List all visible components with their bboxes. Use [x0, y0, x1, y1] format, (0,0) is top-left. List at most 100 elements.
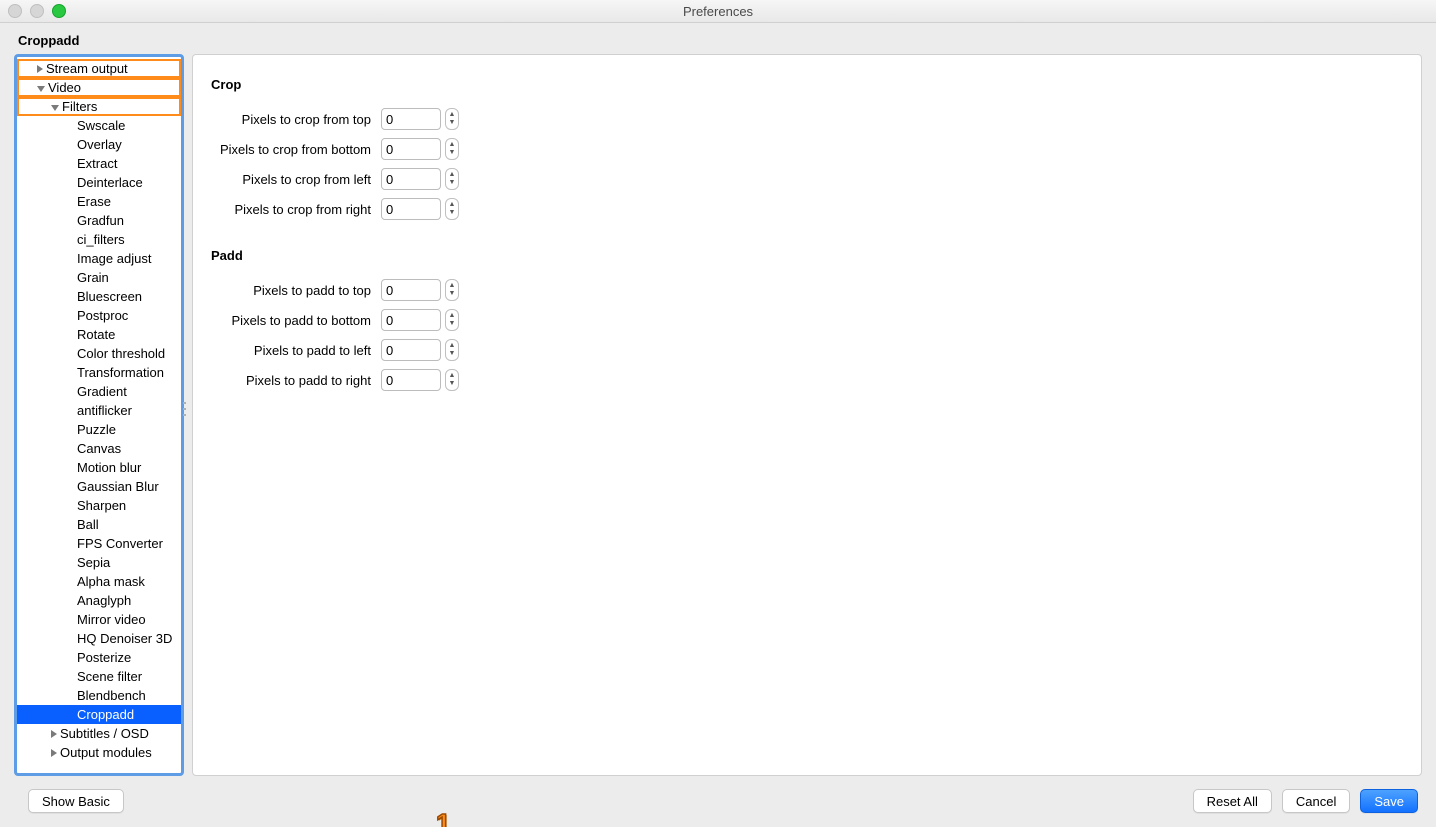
crop-input[interactable]: [381, 138, 441, 160]
tree-item-label: Rotate: [77, 327, 115, 342]
tree-item-label: Output modules: [60, 745, 152, 760]
tree-item-gaussian-blur[interactable]: Gaussian Blur: [17, 477, 181, 496]
tree-item-label: Gaussian Blur: [77, 479, 159, 494]
crop-label: Pixels to crop from top: [211, 112, 381, 127]
tree-item-label: Scene filter: [77, 669, 142, 684]
padd-row: Pixels to padd to left ▲▼: [211, 335, 1403, 365]
titlebar: Preferences: [0, 0, 1436, 23]
tree-item-image-adjust[interactable]: Image adjust: [17, 249, 181, 268]
save-button[interactable]: Save: [1360, 789, 1418, 813]
tree-item-sepia[interactable]: Sepia: [17, 553, 181, 572]
tree-item-mirror-video[interactable]: Mirror video: [17, 610, 181, 629]
tree-item-label: Mirror video: [77, 612, 146, 627]
padd-input[interactable]: [381, 309, 441, 331]
tree-item-extract[interactable]: Extract: [17, 154, 181, 173]
tree-item-postproc[interactable]: Postproc: [17, 306, 181, 325]
crop-stepper[interactable]: ▲▼: [445, 198, 459, 220]
tree-item-anaglyph[interactable]: Anaglyph: [17, 591, 181, 610]
tree-item-motion-blur[interactable]: Motion blur: [17, 458, 181, 477]
tree-item-label: Puzzle: [77, 422, 116, 437]
crop-row: Pixels to crop from right ▲▼: [211, 194, 1403, 224]
tree-item-label: Deinterlace: [77, 175, 143, 190]
tree-item-blendbench[interactable]: Blendbench: [17, 686, 181, 705]
tree-item-subtitles-osd[interactable]: Subtitles / OSD: [17, 724, 181, 743]
tree-item-gradient[interactable]: Gradient: [17, 382, 181, 401]
crop-stepper[interactable]: ▲▼: [445, 108, 459, 130]
tree-item-overlay[interactable]: Overlay: [17, 135, 181, 154]
stepper-down-icon: ▼: [446, 320, 458, 328]
padd-stepper[interactable]: ▲▼: [445, 369, 459, 391]
tree-item-croppadd[interactable]: Croppadd: [17, 705, 181, 724]
stepper-down-icon: ▼: [446, 290, 458, 298]
tree-item-rotate[interactable]: Rotate: [17, 325, 181, 344]
preferences-tree[interactable]: Stream output Video Filters SwscaleOverlay E…: [17, 57, 181, 764]
tree-item-label: Erase: [77, 194, 111, 209]
padd-stepper[interactable]: ▲▼: [445, 279, 459, 301]
crop-label: Pixels to crop from bottom: [211, 142, 381, 157]
tree-item-erase[interactable]: Erase: [17, 192, 181, 211]
tree-item-hq-denoiser-3d[interactable]: HQ Denoiser 3D: [17, 629, 181, 648]
padd-section-title: Padd: [211, 248, 1403, 263]
tree-item-antiflicker[interactable]: antiflicker: [17, 401, 181, 420]
cancel-button[interactable]: Cancel: [1282, 789, 1350, 813]
tree-item-label: Extract: [77, 156, 117, 171]
stepper-up-icon: ▲: [446, 171, 458, 179]
pane-resizer[interactable]: [183, 402, 187, 416]
tree-item-label: Alpha mask: [77, 574, 145, 589]
tree-item-gradfun[interactable]: Gradfun: [17, 211, 181, 230]
tree-item-deinterlace[interactable]: Deinterlace: [17, 173, 181, 192]
tree-item-puzzle[interactable]: Puzzle: [17, 420, 181, 439]
padd-stepper[interactable]: ▲▼: [445, 309, 459, 331]
crop-input[interactable]: [381, 168, 441, 190]
crop-row: Pixels to crop from left▲▼: [211, 164, 1403, 194]
tree-item-label: Filters: [62, 99, 97, 114]
preferences-window: Preferences Croppadd Stream output Video F…: [0, 0, 1436, 827]
disclosure-right-icon: [51, 749, 57, 757]
tree-item-label: Subtitles / OSD: [60, 726, 149, 741]
tree-item-grain[interactable]: Grain: [17, 268, 181, 287]
reset-all-button[interactable]: Reset All: [1193, 789, 1272, 813]
tree-item-label: Video: [48, 80, 81, 95]
crop-input[interactable]: [381, 108, 441, 130]
show-basic-button[interactable]: Show Basic: [28, 789, 124, 813]
tree-item-label: Ball: [77, 517, 99, 532]
tree-item-filters[interactable]: Filters: [17, 97, 181, 116]
footer: Show Basic Reset All Cancel Save: [0, 789, 1436, 813]
tree-item-label: Croppadd: [77, 707, 134, 722]
tree-item-stream-output[interactable]: Stream output: [17, 59, 181, 78]
disclosure-right-icon: [51, 730, 57, 738]
tree-item-fps-converter[interactable]: FPS Converter: [17, 534, 181, 553]
stepper-down-icon: ▼: [446, 149, 458, 157]
stepper-up-icon: ▲: [446, 282, 458, 290]
tree-item-label: FPS Converter: [77, 536, 163, 551]
padd-input[interactable]: [381, 369, 441, 391]
tree-item-label: Stream output: [46, 61, 128, 76]
tree-item-output-modules[interactable]: Output modules: [17, 743, 181, 762]
tree-item-label: Postproc: [77, 308, 128, 323]
tree-item-bluescreen[interactable]: Bluescreen: [17, 287, 181, 306]
crop-input[interactable]: [381, 198, 441, 220]
tree-item-ci-filters[interactable]: ci_filters: [17, 230, 181, 249]
tree-item-video[interactable]: Video: [17, 78, 181, 97]
tree-item-label: Posterize: [77, 650, 131, 665]
content-pane: Crop Pixels to crop from top▲▼Pixels to …: [192, 54, 1422, 776]
tree-item-ball[interactable]: Ball: [17, 515, 181, 534]
tree-item-label: Transformation: [77, 365, 164, 380]
tree-item-label: antiflicker: [77, 403, 132, 418]
crop-label: Pixels to crop from right: [211, 202, 381, 217]
padd-input[interactable]: [381, 339, 441, 361]
crop-stepper[interactable]: ▲▼: [445, 168, 459, 190]
tree-item-canvas[interactable]: Canvas: [17, 439, 181, 458]
padd-input[interactable]: [381, 279, 441, 301]
crop-stepper[interactable]: ▲▼: [445, 138, 459, 160]
tree-item-scene-filter[interactable]: Scene filter: [17, 667, 181, 686]
padd-stepper[interactable]: ▲▼: [445, 339, 459, 361]
tree-item-transformation[interactable]: Transformation: [17, 363, 181, 382]
padd-label: Pixels to padd to left: [211, 343, 381, 358]
tree-item-alpha-mask[interactable]: Alpha mask: [17, 572, 181, 591]
tree-item-color-threshold[interactable]: Color threshold: [17, 344, 181, 363]
tree-item-posterize[interactable]: Posterize: [17, 648, 181, 667]
tree-item-swscale[interactable]: Swscale: [17, 116, 181, 135]
tree-item-sharpen[interactable]: Sharpen: [17, 496, 181, 515]
tree-item-label: ci_filters: [77, 232, 125, 247]
